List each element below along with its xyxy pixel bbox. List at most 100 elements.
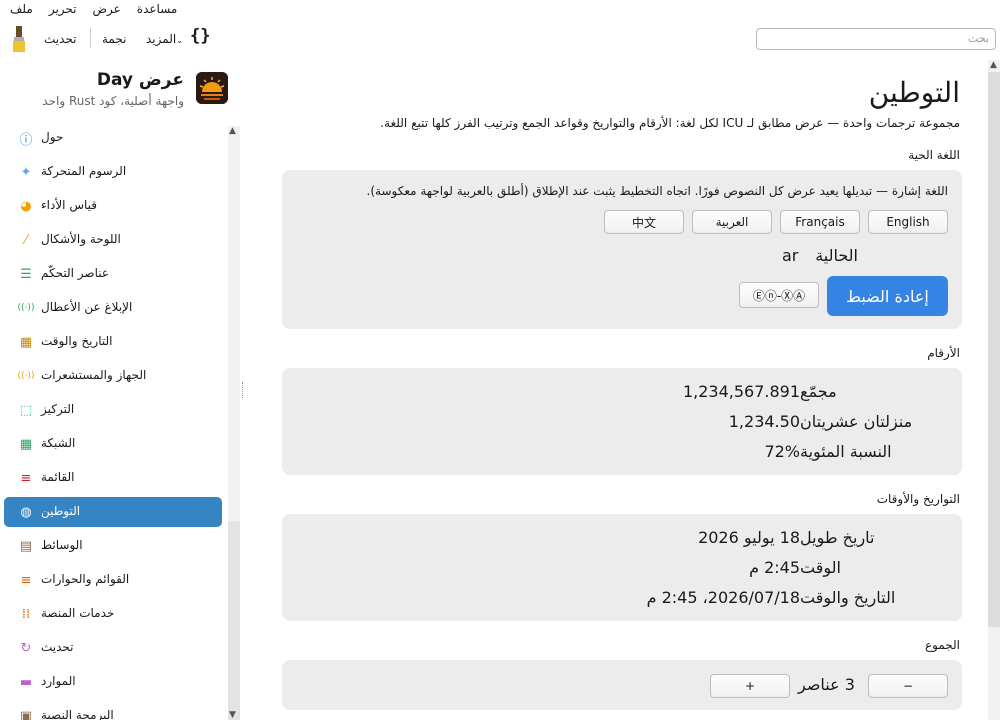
chevron-down-icon: ⌄ bbox=[176, 36, 183, 45]
scroll-up-icon[interactable]: ▲ bbox=[990, 60, 997, 70]
sidebar-item-label: الوسائط bbox=[41, 538, 83, 552]
plural-count-text: 3 عناصر bbox=[798, 675, 855, 694]
sidebar-item-3[interactable]: ⁄ اللوحة والأشكال bbox=[4, 225, 222, 255]
sidebar-item-label: خدمات المنصة bbox=[41, 606, 115, 620]
menu-view[interactable]: عرض bbox=[93, 2, 121, 16]
sidebar-item-label: اللوحة والأشكال bbox=[41, 232, 121, 246]
section-title-plurals: الجموع bbox=[924, 638, 960, 652]
sidebar-scroll-thumb[interactable] bbox=[228, 521, 240, 720]
sidebar-item-14[interactable]: ⁞⁞ خدمات المنصة bbox=[4, 599, 222, 629]
dots-grid-icon: ⁞⁞ bbox=[21, 606, 31, 622]
page-title: التوطين bbox=[868, 76, 960, 109]
time-value: 2:45 م bbox=[749, 558, 800, 577]
date-long-value: 18 يوليو 2026 bbox=[698, 528, 800, 547]
sidebar-item-6[interactable]: ▦ التاريخ والوقت bbox=[4, 327, 222, 357]
sidebar-item-label: تحديث bbox=[41, 640, 74, 654]
app-title: عرض Day bbox=[96, 70, 184, 90]
numbers-card: مجمّع 1,234,567.891 منزلتان عشريتان 1,23… bbox=[282, 368, 962, 475]
sidebar-item-12[interactable]: ▤ الوسائط bbox=[4, 531, 222, 561]
sidebar-item-4[interactable]: ☰ عناصر التحكّم bbox=[4, 259, 222, 289]
sidebar-item-9[interactable]: ▦ الشبكة bbox=[4, 429, 222, 459]
number-grouped-label: مجمّع bbox=[800, 382, 837, 401]
pane-splitter-handle[interactable] bbox=[242, 382, 244, 398]
scroll-up-icon[interactable]: ▲ bbox=[229, 126, 236, 136]
sidebar-item-label: قياس الأداء bbox=[41, 198, 97, 212]
sidebar-item-17[interactable]: ▣ البرمجة النصية bbox=[4, 701, 222, 720]
plurals-card: − 3 عناصر + bbox=[282, 660, 962, 710]
sidebar-item-16[interactable]: ▬ الموارد bbox=[4, 667, 222, 697]
date-long-label: تاريخ طويل bbox=[800, 528, 875, 547]
sidebar-item-label: القوائم والحوارات bbox=[41, 572, 130, 586]
folder-icon: ▬ bbox=[19, 674, 33, 690]
main-scroll-thumb[interactable] bbox=[988, 72, 1000, 627]
clapper-icon: ▤ bbox=[19, 538, 33, 554]
current-language-value: ar bbox=[782, 246, 799, 265]
section-title-dates: التواريخ والأوقات bbox=[876, 492, 960, 506]
reset-button[interactable]: إعادة الضبط bbox=[827, 276, 948, 316]
globe-icon: ◍ bbox=[20, 504, 32, 520]
sidebar-item-label: الموارد bbox=[41, 674, 76, 688]
section-title-numbers: الأرقام bbox=[927, 346, 960, 360]
search-input[interactable]: بحث bbox=[756, 28, 996, 50]
more-label: المزيد bbox=[146, 32, 177, 46]
sidebar-item-13[interactable]: ≡ القوائم والحوارات bbox=[4, 565, 222, 595]
language-arabic-button[interactable]: العربية bbox=[692, 210, 772, 234]
menu-file[interactable]: ملف bbox=[10, 2, 33, 16]
sidebar-nav: ⓘ حول ✦ الرسوم المتحركة ◕ قياس الأداء ⁄ اللوحة … bbox=[4, 123, 222, 720]
increment-button[interactable]: + bbox=[710, 674, 790, 698]
number-percent-value: 72% bbox=[764, 442, 800, 461]
main-content: التوطين مجموعة ترجمات واحدة — عرض مطابق … bbox=[246, 60, 1000, 720]
sunrise-logo-icon bbox=[196, 72, 228, 104]
sidebar-item-2[interactable]: ◕ قياس الأداء bbox=[4, 191, 222, 221]
datetime-label: التاريخ والوقت bbox=[800, 588, 896, 607]
sidebar-item-label: التوطين bbox=[41, 504, 81, 518]
number-decimal-value: 1,234.50 bbox=[728, 412, 800, 431]
script-icon: ▣ bbox=[19, 708, 33, 720]
grid-icon: ▦ bbox=[19, 436, 33, 452]
menubar: ملف تحرير عرض مساعدة bbox=[0, 0, 1000, 18]
menu-edit[interactable]: تحرير bbox=[49, 2, 77, 16]
sidebar-item-label: التركيز bbox=[41, 402, 75, 416]
language-chinese-button[interactable]: 中文 bbox=[604, 210, 684, 234]
sidebar-scrollbar[interactable]: ▲ ▼ bbox=[228, 126, 240, 720]
sidebar-item-label: الشبكة bbox=[41, 436, 76, 450]
app-header: عرض Day واجهة أصلية، كود Rust واحد bbox=[0, 70, 242, 110]
live-language-note: اللغة إشارة — تبديلها يعيد عرض كل النصوص… bbox=[366, 184, 948, 198]
main-scrollbar[interactable]: ▲ bbox=[988, 60, 1000, 720]
sidebar-item-11[interactable]: ◍ التوطين bbox=[4, 497, 222, 527]
language-french-button[interactable]: Français bbox=[780, 210, 860, 234]
refresh-button[interactable]: تحديث bbox=[44, 32, 77, 46]
sidebar-item-8[interactable]: ⬚ التركيز bbox=[4, 395, 222, 425]
star-button[interactable]: نجمة bbox=[102, 32, 126, 46]
sensor-icon: ((·)) bbox=[17, 371, 35, 381]
toolbar: تحديث نجمة المزيد⌄ {} بحث bbox=[0, 22, 1000, 56]
paintbrush-icon[interactable] bbox=[10, 26, 28, 52]
info-icon: ⓘ bbox=[19, 132, 33, 148]
live-language-card: اللغة إشارة — تبديلها يعيد عرض كل النصوص… bbox=[282, 170, 962, 329]
sidebar-item-10[interactable]: ≡ القائمة bbox=[4, 463, 222, 493]
sparkle-icon: ✦ bbox=[20, 164, 32, 180]
sidebar-item-15[interactable]: ↻ تحديث bbox=[4, 633, 222, 663]
sidebar-item-label: القائمة bbox=[41, 470, 75, 484]
gauge-icon: ◕ bbox=[20, 198, 32, 214]
scroll-down-icon[interactable]: ▼ bbox=[229, 710, 236, 720]
refresh-icon: ↻ bbox=[20, 640, 32, 656]
language-english-button[interactable]: English bbox=[868, 210, 948, 234]
sidebar-item-label: الرسوم المتحركة bbox=[41, 164, 127, 178]
braces-icon[interactable]: {} bbox=[190, 26, 210, 46]
sidebar-item-5[interactable]: ((·)) الإبلاغ عن الأعطال bbox=[4, 293, 222, 323]
sidebar-item-7[interactable]: ((·)) الجهاز والمستشعرات bbox=[4, 361, 222, 391]
more-menu-button[interactable]: المزيد⌄ bbox=[146, 32, 183, 46]
menu-help[interactable]: مساعدة bbox=[137, 2, 178, 16]
sidebar-item-1[interactable]: ✦ الرسوم المتحركة bbox=[4, 157, 222, 187]
menu-lines-icon: ≡ bbox=[20, 572, 32, 588]
focus-icon: ⬚ bbox=[19, 402, 33, 418]
sidebar-item-label: الإبلاغ عن الأعطال bbox=[41, 300, 133, 314]
decrement-button[interactable]: − bbox=[868, 674, 948, 698]
broadcast-icon: ((·)) bbox=[17, 303, 35, 313]
sidebar-item-label: حول bbox=[41, 130, 64, 144]
sidebar-item-0[interactable]: ⓘ حول bbox=[4, 123, 222, 153]
sliders-icon: ☰ bbox=[20, 266, 32, 282]
number-percent-label: النسبة المئوية bbox=[800, 442, 892, 461]
pseudo-locale-button[interactable]: Ⓔⓝ-ⓍⒶ bbox=[739, 282, 819, 308]
